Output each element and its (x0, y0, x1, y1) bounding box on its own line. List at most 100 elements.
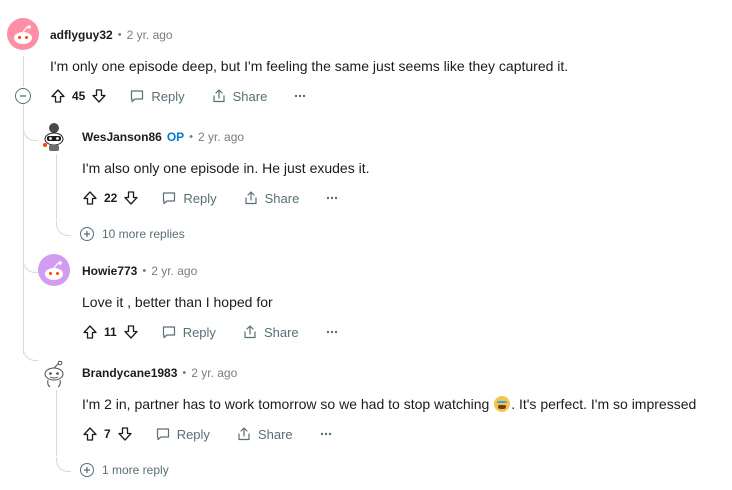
comment-actions: 7 Reply Share (82, 422, 332, 446)
share-icon (238, 427, 250, 441)
reply-label: Reply (176, 426, 210, 442)
vote-score: 7 (104, 427, 111, 441)
ellipsis-icon (327, 196, 338, 200)
comment-actions: 11 Reply Share (82, 320, 338, 344)
crying-face-emoji-icon (494, 396, 511, 412)
thread-line-reply (56, 154, 57, 220)
snoo-avatar-icon (43, 123, 64, 151)
ellipsis-icon (326, 330, 337, 334)
share-icon (245, 191, 257, 205)
more-options-button[interactable] (294, 94, 306, 98)
author-name[interactable]: Howie773 (82, 264, 137, 278)
comment-text: I'm also only one episode in. He just ex… (82, 160, 370, 176)
upvote-button[interactable] (82, 324, 98, 340)
thread-line-reply (56, 390, 57, 456)
downvote-arrow-icon (92, 89, 107, 103)
comment-text: I'm 2 in, partner has to work tomorrow s… (82, 396, 696, 412)
reply-label: Reply (182, 324, 216, 340)
meta-separator: • (117, 29, 122, 41)
comment-bubble-icon (163, 192, 176, 205)
timestamp[interactable]: 2 yr. ago (191, 366, 237, 380)
thread-connector (56, 457, 71, 472)
snoo-avatar-icon (14, 25, 32, 44)
more-options-button[interactable] (326, 196, 338, 200)
more-replies-label: 1 more reply (102, 463, 169, 477)
upvote-arrow-icon (83, 427, 97, 441)
vote-score: 45 (72, 89, 86, 103)
reply-button[interactable]: Reply (155, 426, 210, 442)
share-label: Share (264, 190, 300, 206)
downvote-button[interactable] (123, 190, 139, 206)
more-options-button[interactable] (320, 432, 332, 436)
comment-text-part: I'm 2 in, partner has to work tomorrow s… (82, 396, 494, 412)
comment-actions: 22 Reply Share (82, 186, 338, 210)
more-options-button[interactable] (326, 330, 338, 334)
op-badge: OP (166, 130, 185, 144)
upvote-arrow-icon (83, 191, 97, 205)
reply-label: Reply (151, 88, 185, 104)
snoo-avatar-icon (45, 261, 63, 280)
snoo-outline-avatar-icon (44, 360, 64, 388)
downvote-button[interactable] (91, 88, 107, 104)
downvote-arrow-icon (118, 427, 132, 441)
vote-score: 22 (104, 191, 118, 205)
avatar[interactable] (38, 254, 70, 286)
collapse-thread-button[interactable] (15, 88, 31, 104)
comment-actions: 45 Reply Share (50, 84, 306, 108)
downvote-button[interactable] (117, 426, 133, 442)
avatar[interactable] (38, 120, 70, 152)
meta-separator: • (182, 367, 187, 379)
plus-circle-icon (80, 227, 94, 241)
share-button[interactable]: Share (211, 88, 267, 104)
author-name[interactable]: WesJanson86 (82, 130, 162, 144)
upvote-button[interactable] (50, 88, 66, 104)
meta-separator: • (189, 131, 194, 143)
author-name[interactable]: adflyguy32 (50, 28, 113, 42)
more-replies-link[interactable]: 10 more replies (80, 227, 185, 241)
upvote-arrow-icon (51, 89, 65, 103)
comment-text-part: . It's perfect. I'm so impressed (511, 396, 697, 412)
downvote-arrow-icon (124, 325, 138, 339)
reply-button[interactable]: Reply (161, 324, 216, 340)
more-replies-link[interactable]: 1 more reply (80, 463, 169, 477)
more-replies-label: 10 more replies (102, 227, 185, 241)
comment-bubble-icon (131, 90, 144, 103)
vote-score: 11 (104, 325, 117, 339)
avatar[interactable] (7, 18, 39, 50)
downvote-button[interactable] (123, 324, 139, 340)
upvote-button[interactable] (82, 190, 98, 206)
avatar[interactable] (38, 356, 70, 388)
reply-button[interactable]: Reply (129, 88, 185, 104)
comment-text: Love it , better than I hoped for (82, 294, 273, 310)
comment-text: I'm only one episode deep, but I'm feeli… (50, 58, 569, 74)
comment-meta: adflyguy32 • 2 yr. ago (50, 28, 173, 42)
share-button[interactable]: Share (243, 190, 300, 206)
author-name[interactable]: Brandycane1983 (82, 366, 177, 380)
thread-connector (23, 258, 38, 273)
plus-circle-icon (80, 463, 94, 477)
upvote-button[interactable] (82, 426, 98, 442)
timestamp[interactable]: 2 yr. ago (127, 28, 173, 42)
meta-separator: • (142, 265, 147, 277)
share-button[interactable]: Share (236, 426, 293, 442)
share-label: Share (263, 324, 299, 340)
thread-connector (23, 346, 38, 361)
reply-button[interactable]: Reply (161, 190, 217, 206)
comment-meta: WesJanson86 OP • 2 yr. ago (82, 130, 244, 144)
share-button[interactable]: Share (242, 324, 299, 340)
thread-connector (23, 126, 38, 141)
ellipsis-icon (320, 432, 331, 436)
reply-label: Reply (183, 190, 217, 206)
comment-bubble-icon (162, 326, 175, 339)
upvote-arrow-icon (83, 325, 97, 339)
thread-connector (56, 221, 71, 236)
share-label: Share (257, 426, 293, 442)
comment-meta: Howie773 • 2 yr. ago (82, 264, 197, 278)
comment-meta: Brandycane1983 • 2 yr. ago (82, 366, 237, 380)
thread-line-main (23, 56, 24, 87)
timestamp[interactable]: 2 yr. ago (151, 264, 197, 278)
timestamp[interactable]: 2 yr. ago (198, 130, 244, 144)
share-icon (244, 325, 256, 339)
minus-icon (20, 95, 26, 97)
comment-bubble-icon (156, 428, 169, 441)
